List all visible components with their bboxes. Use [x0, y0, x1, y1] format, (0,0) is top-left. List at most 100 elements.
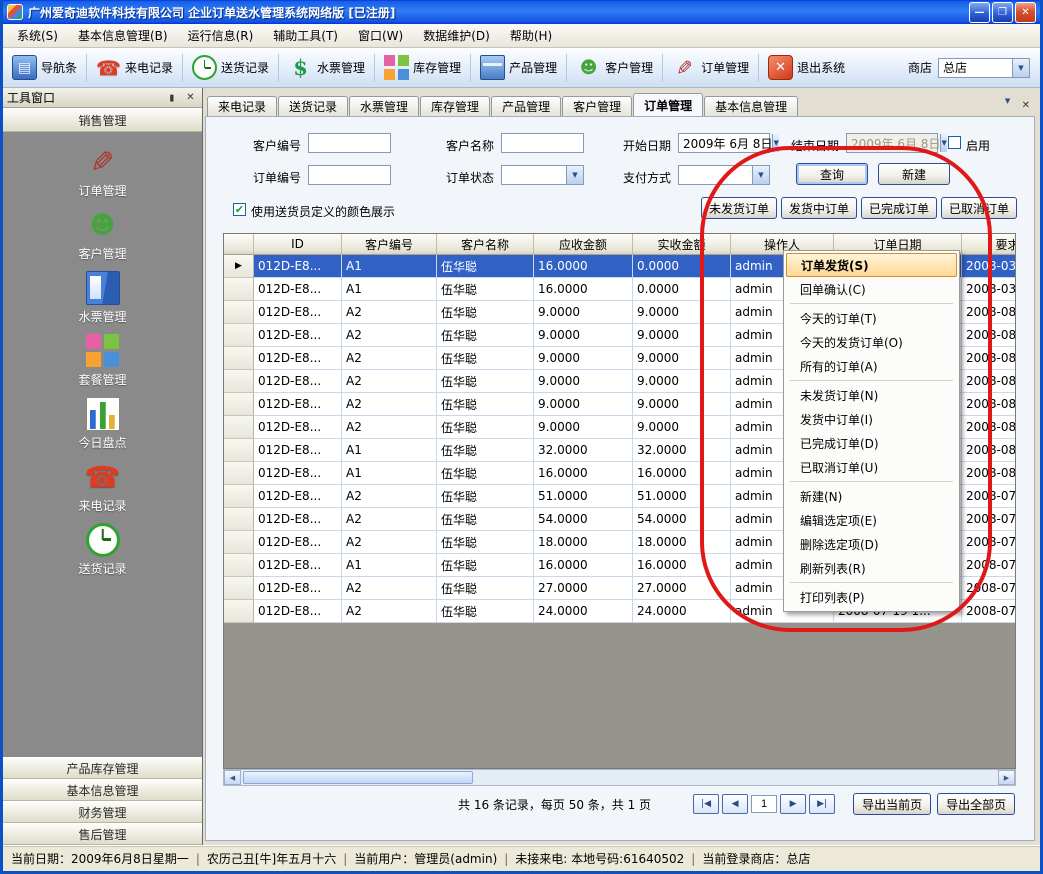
grid-cell[interactable]: 0.0000 — [633, 278, 731, 301]
sidebar-item-4[interactable]: 今日盘点 — [3, 392, 202, 455]
grid-cell[interactable]: 9.0000 — [633, 301, 731, 324]
context-menu-item-15[interactable]: 刷新列表(R) — [786, 556, 957, 580]
next-page-button[interactable]: ▶ — [780, 794, 806, 814]
scrollbar-track[interactable] — [241, 770, 998, 785]
grid-cell[interactable]: 32.0000 — [534, 439, 633, 462]
sidebar-section-bar-2[interactable]: 财务管理 — [3, 801, 202, 823]
tab-4[interactable]: 产品管理 — [491, 96, 561, 116]
horizontal-scrollbar[interactable]: ◀ ▶ — [223, 769, 1016, 786]
row-header[interactable] — [224, 416, 254, 439]
context-menu-item-10[interactable]: 已取消订单(U) — [786, 455, 957, 479]
grid-cell[interactable]: A2 — [342, 324, 437, 347]
grid-cell[interactable]: 16.0000 — [633, 554, 731, 577]
grid-cell[interactable]: 16.0000 — [534, 554, 633, 577]
row-header[interactable] — [224, 554, 254, 577]
grid-cell[interactable]: 2008-07-19 7:5... — [962, 531, 1016, 554]
grid-cell[interactable]: 9.0000 — [633, 347, 731, 370]
grid-cell[interactable]: 012D-E8... — [254, 554, 342, 577]
row-header[interactable] — [224, 301, 254, 324]
grid-cell[interactable]: 51.0000 — [633, 485, 731, 508]
column-header-7[interactable]: 要求到货日期 — [962, 234, 1016, 255]
title-bar[interactable]: 广州爱奇迪软件科技有限公司 企业订单送水管理系统网络版 [已注册] — [3, 0, 1040, 24]
grid-cell[interactable]: A1 — [342, 439, 437, 462]
row-header[interactable] — [224, 278, 254, 301]
row-header[interactable] — [224, 531, 254, 554]
grid-cell[interactable]: 012D-E8... — [254, 531, 342, 554]
tab-3[interactable]: 库存管理 — [420, 96, 490, 116]
chevron-down-icon[interactable] — [1012, 59, 1029, 77]
grid-cell[interactable]: 2008-07-1... — [962, 554, 1016, 577]
grid-cell[interactable]: 012D-E8... — [254, 439, 342, 462]
chevron-down-icon[interactable] — [772, 134, 778, 152]
grid-cell[interactable]: 18.0000 — [633, 531, 731, 554]
close-icon[interactable] — [1015, 2, 1036, 23]
color-option-checkbox[interactable] — [233, 203, 246, 216]
column-header-3[interactable]: 应收金额 — [534, 234, 633, 255]
grid-cell[interactable]: 2008-03-0... — [962, 278, 1016, 301]
chevron-down-icon[interactable] — [940, 134, 946, 152]
grid-cell[interactable]: 2008-08-1... — [962, 347, 1016, 370]
query-button[interactable]: 查询 — [796, 163, 868, 185]
end-date-picker[interactable]: 2009年 6月 8日 — [846, 133, 938, 153]
context-menu-item-7[interactable]: 未发货订单(N) — [786, 383, 957, 407]
row-header[interactable] — [224, 370, 254, 393]
context-menu-item-4[interactable]: 今天的发货订单(O) — [786, 330, 957, 354]
menu-item-1[interactable]: 基本信息管理(B) — [68, 23, 178, 48]
context-menu-item-5[interactable]: 所有的订单(A) — [786, 354, 957, 378]
grid-cell[interactable]: A2 — [342, 370, 437, 393]
grid-cell[interactable]: A2 — [342, 416, 437, 439]
column-header-1[interactable]: 客户编号 — [342, 234, 437, 255]
sidebar-item-5[interactable]: 来电记录 — [3, 455, 202, 518]
grid-cell[interactable]: 2008-08-0... — [962, 416, 1016, 439]
grid-cell[interactable]: 012D-E8... — [254, 278, 342, 301]
customer-no-input[interactable] — [308, 133, 391, 153]
toolbar-button-inventory[interactable]: 库存管理 — [379, 52, 466, 83]
column-header-4[interactable]: 实收金额 — [633, 234, 731, 255]
grid-cell[interactable]: A1 — [342, 255, 437, 278]
grid-cell[interactable]: 012D-E8... — [254, 577, 342, 600]
row-header[interactable] — [224, 600, 254, 623]
grid-cell[interactable]: A2 — [342, 531, 437, 554]
toolbar-button-product[interactable]: 产品管理 — [475, 52, 562, 83]
pin-icon[interactable] — [164, 90, 179, 105]
sidebar-item-0[interactable]: 订单管理 — [3, 140, 202, 203]
grid-cell[interactable]: 伍华聪 — [437, 370, 534, 393]
grid-cell[interactable]: 16.0000 — [633, 462, 731, 485]
maximize-icon[interactable] — [992, 2, 1013, 23]
row-header[interactable] — [224, 508, 254, 531]
grid-cell[interactable]: 54.0000 — [534, 508, 633, 531]
context-menu-item-8[interactable]: 发货中订单(I) — [786, 407, 957, 431]
context-menu-item-17[interactable]: 打印列表(P) — [786, 585, 957, 609]
sidebar-item-3[interactable]: 套餐管理 — [3, 329, 202, 392]
grid-cell[interactable]: 伍华聪 — [437, 462, 534, 485]
new-button[interactable]: 新建 — [878, 163, 950, 185]
scroll-left-icon[interactable]: ◀ — [224, 770, 241, 785]
prev-page-button[interactable]: ◀ — [722, 794, 748, 814]
row-header[interactable] — [224, 577, 254, 600]
grid-cell[interactable]: 012D-E8... — [254, 462, 342, 485]
sidebar-section-bar-3[interactable]: 售后管理 — [3, 823, 202, 845]
grid-cell[interactable]: 2008-08-1... — [962, 324, 1016, 347]
grid-cell[interactable]: A2 — [342, 600, 437, 623]
grid-cell[interactable]: 51.0000 — [534, 485, 633, 508]
grid-cell[interactable]: 2008-07-19 1... — [962, 600, 1016, 623]
grid-cell[interactable]: 9.0000 — [534, 393, 633, 416]
customer-name-input[interactable] — [501, 133, 584, 153]
grid-cell[interactable]: A2 — [342, 393, 437, 416]
grid-cell[interactable]: 012D-E8... — [254, 255, 342, 278]
grid-cell[interactable]: 9.0000 — [633, 393, 731, 416]
grid-cell[interactable]: 伍华聪 — [437, 577, 534, 600]
status-filter-button-3[interactable]: 已取消订单 — [941, 197, 1017, 219]
toolbar-button-water-ticket[interactable]: 水票管理 — [283, 52, 370, 83]
grid-cell[interactable]: 2008-08-1... — [962, 370, 1016, 393]
grid-cell[interactable]: 9.0000 — [633, 416, 731, 439]
export-current-page-button[interactable]: 导出当前页 — [853, 793, 931, 815]
context-menu-item-9[interactable]: 已完成订单(D) — [786, 431, 957, 455]
grid-cell[interactable]: 012D-E8... — [254, 324, 342, 347]
grid-cell[interactable]: 伍华聪 — [437, 554, 534, 577]
context-menu-item-14[interactable]: 删除选定项(D) — [786, 532, 957, 556]
toolbar-button-navigator[interactable]: 导航条 — [7, 52, 82, 83]
grid-cell[interactable]: 2008-08-1... — [962, 393, 1016, 416]
menu-item-3[interactable]: 辅助工具(T) — [263, 23, 348, 48]
row-header[interactable] — [224, 347, 254, 370]
